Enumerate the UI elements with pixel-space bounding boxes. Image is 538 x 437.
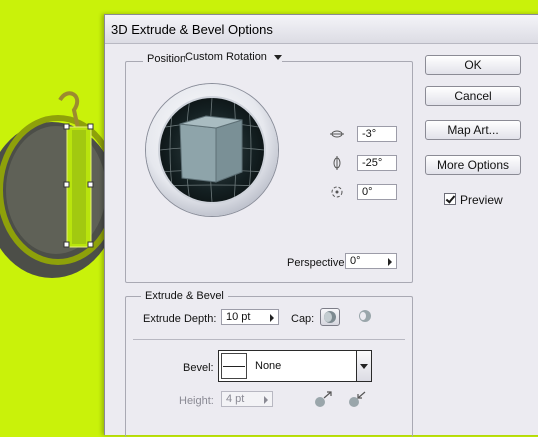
preview-label: Preview bbox=[460, 193, 503, 207]
z-rotation-field[interactable]: 0° bbox=[357, 184, 397, 200]
position-preset-value: Custom Rotation bbox=[185, 51, 267, 63]
bevel-preview-icon bbox=[221, 353, 247, 379]
cancel-button[interactable]: Cancel bbox=[425, 86, 521, 106]
bevel-dropdown-arrow[interactable] bbox=[356, 350, 372, 382]
chevron-right-icon bbox=[270, 314, 274, 322]
cap-label: Cap: bbox=[291, 313, 315, 325]
dialog-title: 3D Extrude & Bevel Options bbox=[111, 22, 273, 37]
height-field[interactable]: 4 pt bbox=[221, 391, 273, 407]
position-preset-dropdown[interactable]: Custom Rotation bbox=[185, 51, 282, 67]
cap-off-button[interactable] bbox=[356, 308, 376, 326]
ok-button[interactable]: OK bbox=[425, 55, 521, 75]
preview-checkbox[interactable] bbox=[444, 193, 456, 205]
perspective-field[interactable]: 0° bbox=[345, 253, 397, 269]
chevron-right-icon bbox=[388, 258, 392, 266]
extrude-bevel-dialog: 3D Extrude & Bevel Options Position: Cus… bbox=[104, 14, 538, 437]
bevel-extent-out-icon[interactable] bbox=[313, 391, 333, 409]
extrude-depth-field[interactable]: 10 pt bbox=[221, 309, 279, 325]
height-label: Height: bbox=[179, 395, 214, 407]
bevel-dropdown[interactable]: None bbox=[218, 350, 372, 382]
extrude-bevel-section-label: Extrude & Bevel bbox=[141, 290, 228, 302]
perspective-label: Perspective: bbox=[287, 257, 348, 269]
map-art-button[interactable]: Map Art... bbox=[425, 120, 521, 140]
trackball-globe bbox=[158, 96, 266, 204]
rotation-trackball[interactable] bbox=[146, 84, 278, 216]
cube-preview bbox=[179, 115, 243, 183]
dialog-titlebar[interactable]: 3D Extrude & Bevel Options bbox=[105, 15, 538, 44]
y-rotation-field[interactable]: -25° bbox=[357, 155, 397, 171]
extrude-depth-label: Extrude Depth: bbox=[143, 313, 217, 325]
bevel-value: None bbox=[255, 360, 282, 372]
trackball-grid bbox=[160, 98, 264, 202]
more-options-button[interactable]: More Options bbox=[425, 155, 521, 175]
cap-on-icon bbox=[324, 311, 336, 323]
cap-on-button[interactable] bbox=[320, 308, 340, 326]
x-rotation-field[interactable]: -3° bbox=[357, 126, 397, 142]
chevron-right-icon bbox=[264, 396, 268, 404]
bevel-extent-in-icon[interactable] bbox=[347, 391, 367, 409]
extrude-divider bbox=[133, 339, 405, 340]
rotate-x-icon bbox=[330, 130, 344, 138]
rotate-y-icon bbox=[333, 156, 341, 170]
chevron-down-icon bbox=[273, 54, 282, 60]
bevel-label: Bevel: bbox=[183, 362, 214, 374]
cap-off-icon bbox=[359, 310, 371, 322]
rotate-z-icon bbox=[331, 186, 343, 198]
